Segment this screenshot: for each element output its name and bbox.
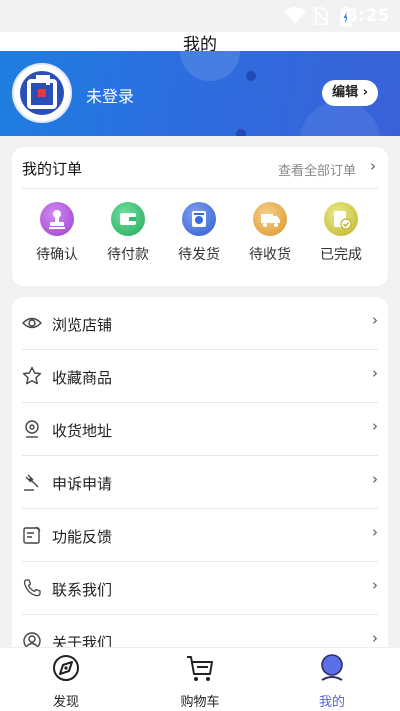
feedback-icon — [23, 526, 41, 544]
no-sim-icon — [314, 7, 328, 25]
menu-item-contact[interactable]: 联系我们 › — [22, 562, 378, 615]
orders-title: 我的订单 — [22, 160, 83, 178]
order-status-pending-confirm[interactable]: 待确认 — [27, 202, 87, 264]
tab-cart[interactable]: 购物车 — [150, 652, 250, 710]
tab-mine[interactable]: 我的 — [282, 652, 382, 710]
menu-item-feedback[interactable]: 功能反馈 › — [22, 509, 378, 562]
order-status-completed[interactable]: 已完成 — [311, 202, 371, 264]
menu-item-label: 收藏商品 — [52, 369, 113, 387]
order-status-pending-shipment[interactable]: 待发货 — [169, 202, 229, 264]
decor-bubble — [180, 51, 240, 81]
menu-item-label: 申诉申请 — [52, 475, 113, 493]
order-status-label: 待发货 — [178, 247, 220, 263]
truck-icon — [253, 202, 287, 236]
chevron-right-icon[interactable]: › — [370, 157, 376, 175]
order-status-label: 待收货 — [249, 247, 291, 263]
login-status[interactable]: 未登录 — [86, 83, 134, 107]
phone-icon — [23, 579, 41, 597]
order-status-pending-payment[interactable]: 待付款 — [98, 202, 158, 264]
chevron-right-icon: › — [372, 576, 378, 594]
app-logo-icon — [20, 71, 64, 115]
menu-item-label: 收货地址 — [52, 422, 113, 440]
decor-bubble — [236, 129, 246, 136]
divider — [22, 188, 378, 189]
menu-item-browse-shops[interactable]: 浏览店铺 › — [22, 297, 378, 350]
cart-icon — [187, 656, 213, 681]
status-time: 8:25 — [345, 6, 390, 26]
menu-item-label: 功能反馈 — [52, 528, 113, 546]
chevron-right-icon: › — [372, 470, 378, 488]
order-status-label: 待付款 — [107, 247, 149, 263]
menu-item-favorites[interactable]: 收藏商品 › — [22, 350, 378, 403]
view-all-orders-link[interactable]: 查看全部订单 — [278, 160, 356, 179]
decor-bubble — [246, 71, 256, 81]
edit-label: 编辑 — [332, 85, 359, 100]
tab-label: 发现 — [52, 695, 79, 710]
profile-icon — [321, 654, 343, 681]
menu-item-appeal[interactable]: 申诉申请 › — [22, 456, 378, 509]
nav-bar: 我的 — [0, 32, 400, 55]
chevron-right-icon: › — [372, 629, 378, 647]
wifi-icon — [284, 7, 306, 24]
menu-item-label: 联系我们 — [52, 581, 113, 599]
menu-card: 浏览店铺 › 收藏商品 › 收货地址 › 申诉申请 › 功能反馈 › 联系我们 … — [12, 297, 388, 657]
stamp-icon — [40, 202, 74, 236]
location-icon — [25, 420, 39, 438]
orders-card: 我的订单 查看全部订单 › 待确认 待付款 待发货 待收货 已完成 — [12, 147, 388, 286]
profile-banner: 未登录 编辑 › — [0, 51, 400, 136]
chevron-right-icon: › — [372, 311, 378, 329]
avatar[interactable] — [12, 63, 72, 123]
edit-button[interactable]: 编辑 › — [322, 80, 378, 106]
tab-label: 我的 — [318, 695, 345, 710]
bottom-tab-bar: 发现 购物车 我的 — [0, 647, 400, 711]
menu-item-label: 浏览店铺 — [52, 316, 113, 334]
tab-discover[interactable]: 发现 — [16, 652, 116, 710]
order-status-label: 已完成 — [320, 247, 362, 263]
chevron-right-icon: › — [372, 523, 378, 541]
chevron-right-icon: › — [372, 364, 378, 382]
order-status-label: 待确认 — [36, 247, 78, 263]
discover-icon — [53, 655, 79, 681]
wallet-icon — [111, 202, 145, 236]
decor-bubble — [300, 101, 380, 136]
status-bar: 8:25 — [0, 0, 400, 32]
chevron-right-icon: › — [362, 85, 368, 100]
box-clock-icon — [182, 202, 216, 236]
menu-item-address[interactable]: 收货地址 › — [22, 403, 378, 456]
check-doc-icon — [324, 202, 358, 236]
gavel-icon — [24, 474, 39, 491]
eye-icon — [22, 317, 42, 329]
star-icon — [22, 366, 42, 385]
order-status-pending-receipt[interactable]: 待收货 — [240, 202, 300, 264]
chevron-right-icon: › — [372, 417, 378, 435]
tab-label: 购物车 — [180, 695, 220, 710]
